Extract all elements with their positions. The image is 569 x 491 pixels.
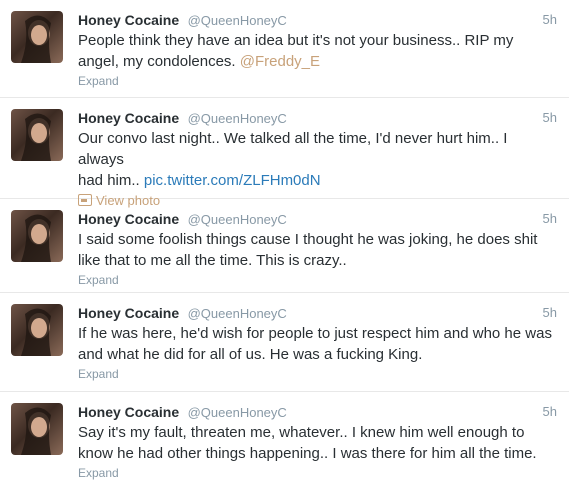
tweet-text-line: and what he did for all of us. He was a … xyxy=(78,346,423,363)
expand-link[interactable]: Expand xyxy=(78,273,557,287)
tweet-header: Honey Cocaine @QueenHoneyC 5h xyxy=(78,209,557,229)
tweet-text-line: Our convo last night.. We talked all the… xyxy=(78,130,508,168)
tweet-text-line: had him.. xyxy=(78,172,144,189)
avatar[interactable] xyxy=(11,109,63,161)
avatar[interactable] xyxy=(11,210,63,262)
photo-link[interactable]: pic.twitter.com/ZLFHm0dN xyxy=(144,172,321,189)
tweet-item[interactable]: Honey Cocaine @QueenHoneyC 5h People thi… xyxy=(0,0,569,98)
tweet-text: Say it's my fault, threaten me, whatever… xyxy=(78,422,553,464)
tweet-item[interactable]: Honey Cocaine @QueenHoneyC 5h Say it's m… xyxy=(0,392,569,491)
mention-link[interactable]: @Freddy_E xyxy=(240,53,320,70)
tweet-feed: Honey Cocaine @QueenHoneyC 5h People thi… xyxy=(0,0,569,491)
tweet-item[interactable]: Honey Cocaine @QueenHoneyC 5h I said som… xyxy=(0,199,569,293)
tweet-text: People think they have an idea but it's … xyxy=(78,30,553,72)
tweet-text: If he was here, he'd wish for people to … xyxy=(78,323,553,365)
avatar[interactable] xyxy=(11,403,63,455)
tweet-text: Our convo last night.. We talked all the… xyxy=(78,128,553,191)
timestamp[interactable]: 5h xyxy=(543,209,557,229)
tweet-text: I said some foolish things cause I thoug… xyxy=(78,229,553,271)
username[interactable]: @QueenHoneyC xyxy=(188,405,287,420)
expand-link[interactable]: Expand xyxy=(78,74,557,88)
tweet-text-line: People think they have an idea but it's … xyxy=(78,32,514,49)
display-name[interactable]: Honey Cocaine xyxy=(78,211,179,227)
display-name[interactable]: Honey Cocaine xyxy=(78,12,179,28)
timestamp[interactable]: 5h xyxy=(543,108,557,128)
tweet-text-line: like that to me all the time. This is cr… xyxy=(78,252,347,269)
display-name[interactable]: Honey Cocaine xyxy=(78,110,179,126)
avatar[interactable] xyxy=(11,304,63,356)
tweet-header: Honey Cocaine @QueenHoneyC 5h xyxy=(78,108,557,128)
tweet-text-line: Say it's my fault, threaten me, whatever… xyxy=(78,424,525,441)
tweet-text-line: know he had other things happening.. I w… xyxy=(78,445,537,462)
tweet-text-line: angel, my condolences. xyxy=(78,53,240,70)
timestamp[interactable]: 5h xyxy=(543,10,557,30)
username[interactable]: @QueenHoneyC xyxy=(188,306,287,321)
display-name[interactable]: Honey Cocaine xyxy=(78,305,179,321)
username[interactable]: @QueenHoneyC xyxy=(188,13,287,28)
tweet-header: Honey Cocaine @QueenHoneyC 5h xyxy=(78,402,557,422)
tweet-text-line: If he was here, he'd wish for people to … xyxy=(78,325,552,342)
tweet-text-line: I said some foolish things cause I thoug… xyxy=(78,231,538,248)
tweet-header: Honey Cocaine @QueenHoneyC 5h xyxy=(78,303,557,323)
tweet-header: Honey Cocaine @QueenHoneyC 5h xyxy=(78,10,557,30)
expand-link[interactable]: Expand xyxy=(78,466,557,480)
timestamp[interactable]: 5h xyxy=(543,303,557,323)
expand-link[interactable]: Expand xyxy=(78,367,557,381)
avatar[interactable] xyxy=(11,11,63,63)
display-name[interactable]: Honey Cocaine xyxy=(78,404,179,420)
tweet-item[interactable]: Honey Cocaine @QueenHoneyC 5h If he was … xyxy=(0,293,569,392)
username[interactable]: @QueenHoneyC xyxy=(188,111,287,126)
tweet-item[interactable]: Honey Cocaine @QueenHoneyC 5h Our convo … xyxy=(0,98,569,208)
timestamp[interactable]: 5h xyxy=(543,402,557,422)
username[interactable]: @QueenHoneyC xyxy=(188,212,287,227)
